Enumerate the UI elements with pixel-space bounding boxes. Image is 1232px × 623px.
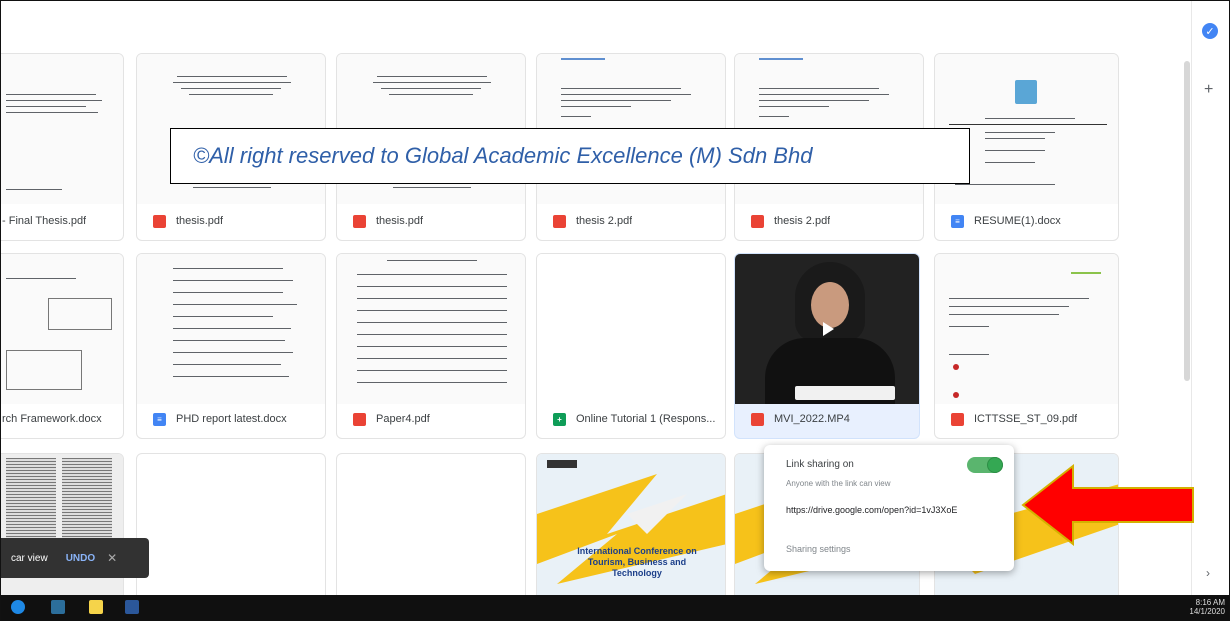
pdf-icon (153, 214, 166, 228)
file-name: thesis.pdf (176, 215, 224, 227)
file-name: Online Tutorial 1 (Respons... (576, 413, 716, 425)
screenshot-frame: - Final Thesis.pdf thesis.pdf thesis.pdf… (0, 0, 1230, 621)
toggle-knob (988, 458, 1002, 472)
file-thumbnail (137, 254, 325, 404)
pdf-icon (353, 412, 366, 426)
start-button-icon[interactable] (11, 600, 25, 614)
snackbar: car view UNDO ✕ (1, 538, 149, 578)
sticky-notes-icon[interactable] (89, 600, 103, 614)
dot (953, 364, 959, 370)
pdf-icon (353, 214, 366, 228)
video-file-icon (751, 412, 764, 426)
file-card[interactable] (336, 453, 526, 603)
file-label: thesis.pdf (337, 202, 525, 240)
windows-taskbar: 8:16 AM 14/1/2020 (1, 595, 1229, 620)
file-card[interactable]: ICTTSSE_ST_09.pdf (934, 253, 1119, 439)
dot (953, 392, 959, 398)
profile-photo (1015, 80, 1037, 104)
pdf-icon (751, 214, 764, 228)
link-sharing-title: Link sharing on (786, 459, 854, 470)
scrollbar[interactable] (1184, 61, 1190, 381)
chevron-right-icon[interactable]: › (1206, 566, 1210, 580)
file-name: - Final Thesis.pdf (2, 215, 87, 227)
conference-poster-thumbnail: International Conference on Tourism, Bus… (537, 454, 725, 602)
sharing-settings-link[interactable]: Sharing settings (786, 544, 851, 554)
file-thumbnail (337, 254, 525, 404)
file-name: rch Framework.docx (2, 413, 102, 425)
link-sharing-toggle[interactable] (967, 457, 1003, 473)
file-card[interactable] (136, 453, 326, 603)
link-sharing-popup: Link sharing on Anyone with the link can… (764, 445, 1014, 571)
file-thumbnail (935, 254, 1118, 404)
pdf-icon (553, 214, 566, 228)
file-label: ICTTSSE_ST_09.pdf (935, 400, 1118, 438)
file-card[interactable]: - Final Thesis.pdf (1, 53, 124, 241)
undo-button[interactable]: UNDO (66, 553, 95, 564)
file-label: thesis.pdf (137, 202, 325, 240)
file-name: thesis.pdf (376, 215, 424, 227)
file-label: thesis 2.pdf (735, 202, 923, 240)
link-sharing-subtitle: Anyone with the link can view (786, 479, 891, 488)
word-icon[interactable] (125, 600, 139, 614)
file-card[interactable]: rch Framework.docx (1, 253, 124, 439)
file-card[interactable] (1, 453, 124, 603)
app-icon[interactable] (51, 600, 65, 614)
copyright-watermark: ©All right reserved to Global Academic E… (170, 128, 970, 184)
red-arrow-annotation (1021, 464, 1194, 546)
file-card[interactable]: ≡ PHD report latest.docx (136, 253, 326, 439)
file-label: + Online Tutorial 1 (Respons... (537, 400, 725, 438)
clock-time: 8:16 AM (1195, 598, 1225, 607)
add-icon[interactable]: + (1204, 81, 1213, 99)
file-label: thesis 2.pdf (537, 202, 725, 240)
clock-date: 14/1/2020 (1189, 607, 1225, 616)
pdf-icon (951, 412, 964, 426)
file-card[interactable]: International Conference on Tourism, Bus… (536, 453, 726, 603)
file-label: Paper4.pdf (337, 400, 525, 438)
file-name: thesis 2.pdf (774, 215, 831, 227)
file-name: Paper4.pdf (376, 413, 430, 425)
file-thumbnail (1, 54, 123, 204)
share-link-field[interactable]: https://drive.google.com/open?id=1vJ3XoE (786, 505, 957, 515)
file-label: ≡ PHD report latest.docx (137, 400, 325, 438)
file-card-selected[interactable]: MVI_2022.MP4 (734, 253, 920, 439)
video-thumbnail (735, 254, 919, 404)
play-icon[interactable] (823, 322, 834, 336)
diagram-box (48, 298, 112, 330)
poster-yellow-shape (537, 474, 725, 584)
file-label: ≡ RESUME(1).docx (935, 202, 1118, 240)
snackbar-text: car view (11, 552, 48, 564)
docs-icon: ≡ (153, 412, 166, 426)
file-label: - Final Thesis.pdf (1, 202, 123, 240)
file-label: MVI_2022.MP4 (735, 400, 919, 438)
file-name: PHD report latest.docx (176, 413, 287, 425)
file-name: ICTTSSE_ST_09.pdf (974, 413, 1078, 425)
diagram-box (6, 350, 82, 390)
file-thumbnail (537, 254, 725, 404)
presenter-laptop (795, 386, 895, 400)
taskbar-clock[interactable]: 8:16 AM 14/1/2020 (1189, 598, 1225, 616)
file-name: thesis 2.pdf (576, 215, 633, 227)
file-label: rch Framework.docx (1, 400, 123, 438)
file-card[interactable]: + Online Tutorial 1 (Respons... (536, 253, 726, 439)
file-thumbnail (1, 454, 123, 602)
check-circle-icon[interactable]: ✓ (1202, 23, 1218, 39)
docs-icon: ≡ (951, 214, 964, 228)
file-thumbnail (1, 254, 123, 404)
file-name: MVI_2022.MP4 (774, 413, 850, 425)
poster-title: International Conference on Tourism, Bus… (577, 546, 697, 578)
close-icon[interactable]: ✕ (107, 551, 117, 565)
sheets-icon: + (553, 412, 566, 426)
file-name: RESUME(1).docx (974, 215, 1061, 227)
file-card[interactable]: Paper4.pdf (336, 253, 526, 439)
